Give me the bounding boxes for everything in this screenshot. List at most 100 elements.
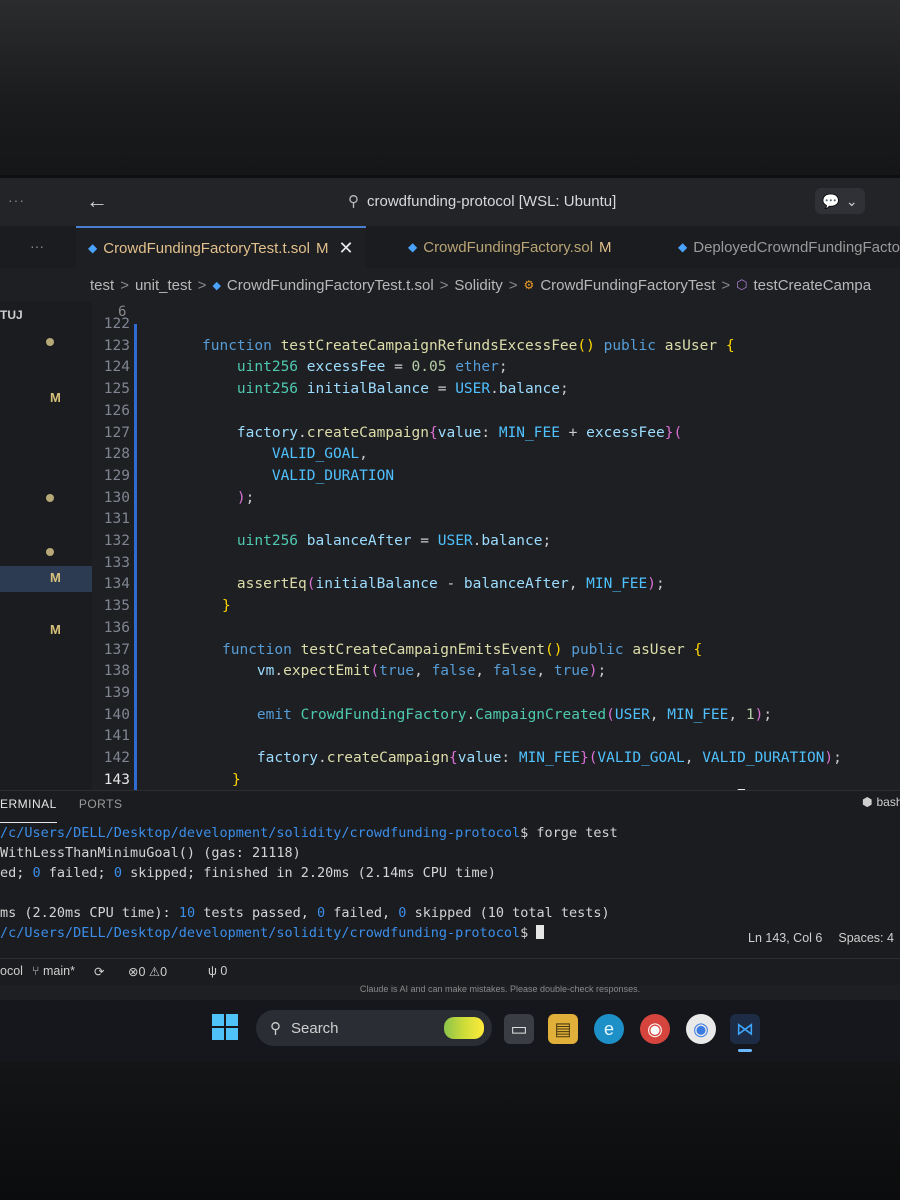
vscode-app-icon[interactable]: ⋈ <box>730 1014 760 1052</box>
warning-count: 0 <box>160 965 168 979</box>
code-line[interactable]: 130 ); <box>92 490 900 512</box>
broadcast-icon: ψ <box>208 964 217 978</box>
chevron-right-icon: > <box>439 276 449 294</box>
line-number: 143 <box>103 771 130 788</box>
ports-indicator[interactable]: ψ 0 <box>208 964 227 978</box>
breadcrumb-item-language[interactable]: Solidity <box>454 277 502 294</box>
code-line[interactable]: 129 VALID_DURATION <box>92 468 900 490</box>
code-line[interactable]: 136 <box>92 620 900 642</box>
windows-start-icon[interactable] <box>212 1014 240 1042</box>
line-number: 123 <box>103 337 130 354</box>
code-line[interactable]: 127 factory.createCampaign{value: MIN_FE… <box>92 425 900 447</box>
code-editor[interactable]: 6 122 123 function testCreateCampaignRefun… <box>92 302 900 790</box>
code-text: emit CrowdFundingFactory.CampaignCreated… <box>256 706 773 723</box>
code-line[interactable]: 122 <box>92 316 900 338</box>
tab-crowdfundingfactory[interactable]: ◆ CrowdFundingFactory.sol M <box>396 226 624 268</box>
code-line[interactable]: 133 <box>92 555 900 577</box>
code-line[interactable]: 125 uint256 initialBalance = USER.balanc… <box>92 381 900 403</box>
file-explorer-icon[interactable]: ▤ <box>548 1014 578 1044</box>
chrome-browser-icon[interactable]: ◉ <box>686 1014 716 1044</box>
explorer-file-item[interactable]: M <box>0 618 92 644</box>
terminal-line: /c/Users/DELL/Desktop/development/solidi… <box>0 825 618 841</box>
terminal-icon: ⬢ <box>862 795 873 809</box>
more-actions-icon[interactable]: ··· <box>30 238 44 254</box>
chevron-right-icon: > <box>721 276 731 294</box>
status-bar: ocol ⑂ main* ⟳ ⊗0 ⚠0 ψ 0 <box>0 958 900 985</box>
breadcrumb-item-unit-test[interactable]: unit_test <box>135 277 192 294</box>
breadcrumb-item-test[interactable]: test <box>90 277 114 294</box>
remote-indicator-fragment[interactable]: ocol <box>0 964 23 978</box>
code-text: function testCreateCampaignEmitsEvent() … <box>222 641 703 658</box>
code-line[interactable]: 141 <box>92 728 900 750</box>
bottom-panel: ERMINAL PORTS ⬢ bash /c/Users/DELL/Deskt… <box>0 790 900 959</box>
editor-position-status: Ln 143, Col 6 Spaces: 4 <box>748 931 894 945</box>
tab-ports[interactable]: PORTS <box>79 797 123 823</box>
code-line[interactable]: 131 <box>92 511 900 533</box>
cursor-position[interactable]: Ln 143, Col 6 <box>748 931 822 945</box>
code-line[interactable]: 134 assertEq(initialBalance - balanceAft… <box>92 576 900 598</box>
code-line[interactable]: 126 <box>92 403 900 425</box>
code-line[interactable]: 143} <box>92 772 900 790</box>
search-highlight-icon <box>444 1017 484 1039</box>
code-line[interactable]: 138 vm.expectEmit(true, false, false, tr… <box>92 663 900 685</box>
code-line[interactable]: 140 emit CrowdFundingFactory.CampaignCre… <box>92 707 900 729</box>
breadcrumb-item-contract[interactable]: CrowdFundingFactoryTest <box>540 277 715 294</box>
line-number: 142 <box>103 750 130 766</box>
sync-icon[interactable]: ⟳ <box>94 964 104 979</box>
tab-crowdfundingfactorytest[interactable]: ◆ CrowdFundingFactoryTest.t.sol M ✕ <box>76 226 366 268</box>
code-line[interactable]: 128 VALID_GOAL, <box>92 446 900 468</box>
modified-badge: M <box>50 622 61 637</box>
problems-indicator[interactable]: ⊗0 ⚠0 <box>128 964 167 979</box>
solidity-file-icon: ◆ <box>88 241 98 255</box>
terminal-shell-selector[interactable]: ⬢ bash <box>862 795 900 809</box>
edge-browser-icon[interactable]: e <box>594 1014 624 1044</box>
photo-bezel-bottom <box>0 1062 900 1200</box>
chevron-right-icon: > <box>197 276 207 294</box>
copilot-button[interactable]: 💬 ⌄ <box>815 188 865 214</box>
close-icon[interactable]: ✕ <box>338 238 353 259</box>
chevron-down-icon: ⌄ <box>845 192 858 209</box>
code-line[interactable]: 137 function testCreateCampaignEmitsEvent… <box>92 642 900 664</box>
solidity-file-icon: ◆ <box>212 279 221 292</box>
code-line[interactable]: 132 uint256 balanceAfter = USER.balance; <box>92 533 900 555</box>
code-text: factory.createCampaign{value: MIN_FEE + … <box>236 424 683 441</box>
explorer-file-item[interactable]: M <box>0 386 92 412</box>
line-number: 124 <box>103 359 130 376</box>
line-number: 140 <box>103 706 130 723</box>
photo-bezel-top <box>0 0 900 175</box>
code-line[interactable]: 139 <box>92 685 900 707</box>
code-text: } <box>222 598 231 615</box>
code-line[interactable]: 142 factory.createCampaign{value: MIN_FE… <box>92 750 900 772</box>
line-number: 133 <box>103 554 130 571</box>
code-text: vm.expectEmit(true, false, false, true); <box>256 663 607 680</box>
tab-terminal[interactable]: ERMINAL <box>0 797 57 823</box>
search-icon: ⚲ <box>270 1020 281 1037</box>
breadcrumb-item-file[interactable]: CrowdFundingFactoryTest.t.sol <box>227 277 434 294</box>
taskbar-search-placeholder: Search <box>291 1019 339 1037</box>
code-text: ); <box>236 489 255 506</box>
chrome-canary-icon[interactable]: ◉ <box>640 1014 670 1044</box>
breadcrumb-item-function[interactable]: testCreateCampa <box>754 277 872 294</box>
shell-label: bash <box>876 795 900 809</box>
explorer-file-item-selected[interactable]: M <box>0 566 92 592</box>
code-line[interactable]: 124 uint256 excessFee = 0.05 ether; <box>92 359 900 381</box>
line-number: 141 <box>103 728 130 745</box>
code-line[interactable]: 135} <box>92 598 900 620</box>
branch-indicator[interactable]: ⑂ main* <box>32 964 75 978</box>
code-line[interactable]: 123 function testCreateCampaignRefundsExc… <box>92 338 900 360</box>
task-view-icon[interactable]: ▭ <box>504 1014 534 1044</box>
line-number: 135 <box>103 598 130 615</box>
indentation-setting[interactable]: Spaces: 4 <box>838 931 894 945</box>
line-number: 125 <box>103 381 130 398</box>
code-text: uint256 excessFee = 0.05 ether; <box>236 359 508 376</box>
menu-ellipsis-icon[interactable]: ··· <box>8 192 25 208</box>
branch-name: main* <box>42 964 75 978</box>
taskbar-search[interactable]: ⚲ Search <box>256 1010 492 1046</box>
tab-deployedcrowdfundingfactory[interactable]: ◆ DeployedCrowndFundingFacto <box>666 226 900 268</box>
ports-count: 0 <box>220 964 228 978</box>
line-number: 134 <box>103 576 130 593</box>
terminal-output[interactable]: /c/Users/DELL/Desktop/development/solidi… <box>0 825 900 945</box>
solidity-file-icon: ◆ <box>408 240 418 254</box>
back-arrow-icon[interactable]: ← <box>86 188 108 214</box>
command-center-search[interactable]: ⚲ crowdfunding-protocol [WSL: Ubuntu] <box>348 192 616 211</box>
